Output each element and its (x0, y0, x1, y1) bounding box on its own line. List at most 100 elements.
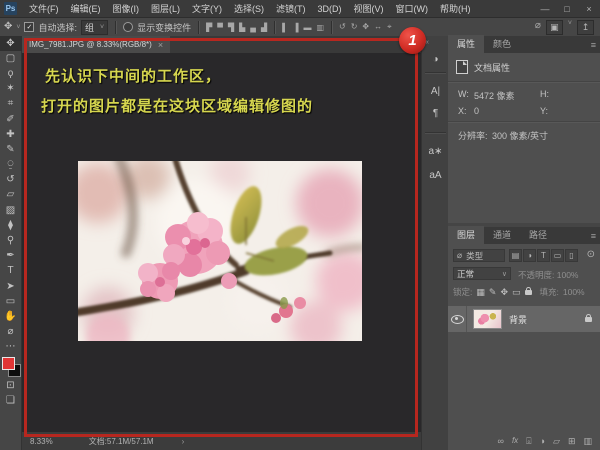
align-center-h-icon[interactable]: ▀ (217, 23, 223, 32)
menu-item-window[interactable]: 窗口(W) (390, 0, 435, 17)
pen-tool[interactable]: ✒ (0, 249, 22, 264)
layer-visibility-toggle[interactable] (448, 306, 467, 332)
dodge-tool[interactable]: ⚲ (0, 233, 22, 248)
auto-select-dropdown[interactable]: 组 ˅ (81, 19, 109, 35)
3d-drag-icon[interactable]: ✥ (362, 22, 369, 32)
panel-menu-icon[interactable]: ≡ (591, 231, 596, 241)
maximize-button[interactable]: □ (556, 4, 578, 14)
tab-color[interactable]: 颜色 (484, 35, 520, 53)
healing-brush-tool[interactable]: ✚ (0, 127, 22, 142)
delete-layer-icon[interactable]: ▥ (583, 436, 592, 447)
search-icon[interactable]: ⌀ (535, 20, 541, 35)
filter-shape-layers-icon[interactable]: ▭ (551, 249, 564, 262)
menu-item-type[interactable]: 文字(Y) (186, 0, 228, 17)
new-layer-icon[interactable]: ⊞ (568, 436, 576, 447)
panel-menu-icon[interactable]: ≡ (591, 40, 596, 50)
gradient-tool[interactable]: ▨ (0, 203, 22, 218)
path-selection-tool[interactable]: ➤ (0, 279, 22, 294)
filter-type-layers-icon[interactable]: T (537, 249, 550, 262)
lasso-tool[interactable]: ϙ (0, 66, 22, 81)
hand-tool[interactable]: ✋ (0, 309, 22, 324)
history-brush-tool[interactable]: ↺ (0, 173, 22, 188)
document-tab[interactable]: IMG_7981.JPG @ 8.33%(RGB/8*) × (22, 36, 171, 53)
screen-mode-button[interactable]: ❏ (0, 393, 22, 408)
lock-transparent-icon[interactable]: ▦ (476, 287, 485, 298)
type-tool[interactable]: T (0, 264, 22, 279)
tab-channels[interactable]: 通道 (484, 226, 520, 244)
align-bottom-icon[interactable]: ▟ (261, 23, 267, 32)
zoom-tool[interactable]: ⌀ (0, 325, 22, 340)
tab-close-icon[interactable]: × (158, 40, 163, 50)
open-document-image[interactable] (78, 161, 362, 341)
filter-pixel-layers-icon[interactable]: ▤ (509, 249, 522, 262)
filter-adjustment-layers-icon[interactable]: ◑ (523, 249, 536, 262)
clone-stamp-tool[interactable]: ⍜ (0, 158, 22, 173)
menu-item-edit[interactable]: 编辑(E) (65, 0, 107, 17)
lock-position-icon[interactable]: ✥ (500, 287, 508, 298)
eraser-tool[interactable]: ▱ (0, 188, 22, 203)
align-center-v-icon[interactable]: ▄ (250, 23, 256, 32)
distribute-v-icon[interactable]: ▥ (316, 23, 324, 32)
quick-selection-tool[interactable]: ✶ (0, 82, 22, 97)
menu-item-help[interactable]: 帮助(H) (434, 0, 477, 17)
adjustments-panel-icon[interactable]: ◑ (422, 54, 449, 65)
status-chevron-icon[interactable]: › (182, 437, 185, 446)
x-value[interactable]: 0 (474, 106, 479, 116)
3d-slide-icon[interactable]: ↔ (374, 22, 382, 32)
show-transform-checkbox[interactable] (123, 22, 134, 32)
adjustment-layer-icon[interactable]: ◑ (540, 436, 545, 447)
character-panel-icon[interactable]: A| (422, 86, 449, 97)
workspace-layout-icon[interactable]: ▣ (545, 19, 563, 35)
quick-mask-button[interactable]: ⊡ (0, 378, 22, 393)
marquee-tool[interactable]: ▢ (0, 51, 22, 66)
tab-paths[interactable]: 路径 (520, 226, 556, 244)
distribute-h-icon[interactable]: ▬ (303, 23, 311, 32)
resolution-value[interactable]: 300 像素/英寸 (492, 129, 548, 142)
paragraph-panel-icon[interactable]: ¶ (422, 108, 449, 119)
menu-item-select[interactable]: 选择(S) (228, 0, 270, 17)
crop-tool[interactable]: ⌗ (0, 97, 22, 112)
canvas-work-area[interactable]: 先认识下中间的工作区， 打开的图片都是在这块区域编辑修图的 (22, 53, 421, 432)
blend-mode-dropdown[interactable]: 正常 ∨ (453, 267, 511, 280)
lock-paint-icon[interactable]: ✎ (489, 287, 497, 298)
lock-artboard-icon[interactable]: ▭ (512, 287, 521, 298)
layer-effects-icon[interactable]: fx (512, 436, 518, 447)
glyphs-panel-icon[interactable]: a∗ (422, 146, 449, 157)
align-left-icon[interactable]: ▛ (206, 23, 212, 32)
layer-row-background[interactable]: 背景 (448, 306, 600, 332)
shape-tool[interactable]: ▭ (0, 294, 22, 309)
distribute-right-icon[interactable]: ▐ (293, 23, 299, 32)
move-tool[interactable]: ✥ (0, 36, 22, 52)
new-group-icon[interactable]: ▱ (553, 436, 560, 447)
align-top-icon[interactable]: ▙ (239, 23, 245, 32)
menu-item-image[interactable]: 图像(I) (107, 0, 146, 17)
menu-item-filter[interactable]: 滤镜(T) (270, 0, 312, 17)
layer-filter-box[interactable]: ⌀ 类型 (453, 249, 505, 262)
auto-select-checkbox[interactable]: ✓ (24, 22, 35, 32)
edit-toolbar-icon[interactable]: ⋯ (0, 340, 22, 355)
menu-item-3d[interactable]: 3D(D) (312, 0, 348, 17)
menu-item-view[interactable]: 视图(V) (348, 0, 390, 17)
minimize-button[interactable]: — (534, 4, 556, 14)
blur-tool[interactable]: ⧫ (0, 218, 22, 233)
menu-item-file[interactable]: 文件(F) (23, 0, 65, 17)
layer-mask-icon[interactable]: ⌻ (526, 436, 531, 447)
distribute-left-icon[interactable]: ▌ (282, 23, 288, 32)
opacity-field[interactable]: 不透明度: 100% (518, 269, 579, 281)
close-button[interactable]: × (578, 4, 600, 14)
share-icon[interactable]: ↥ (577, 19, 594, 35)
filter-smart-objects-icon[interactable]: ▯ (565, 249, 578, 262)
lock-all-icon[interactable] (524, 286, 532, 295)
foreground-color-swatch[interactable] (1, 356, 15, 370)
fill-value[interactable]: 100% (563, 287, 585, 297)
link-layers-icon[interactable]: ∞ (498, 436, 504, 447)
3d-scale-icon[interactable]: ⌖ (387, 22, 392, 32)
width-value[interactable]: 5472 像素 (474, 89, 515, 102)
eyedropper-tool[interactable]: ✐ (0, 112, 22, 127)
layer-thumbnail[interactable] (473, 309, 502, 329)
character-styles-panel-icon[interactable]: aA (422, 170, 449, 181)
zoom-level[interactable]: 8.33% (30, 437, 53, 446)
tab-properties[interactable]: 属性 (448, 35, 485, 53)
3d-rotate-icon[interactable]: ↺ (339, 22, 346, 32)
brush-tool[interactable]: ✎ (0, 142, 22, 157)
